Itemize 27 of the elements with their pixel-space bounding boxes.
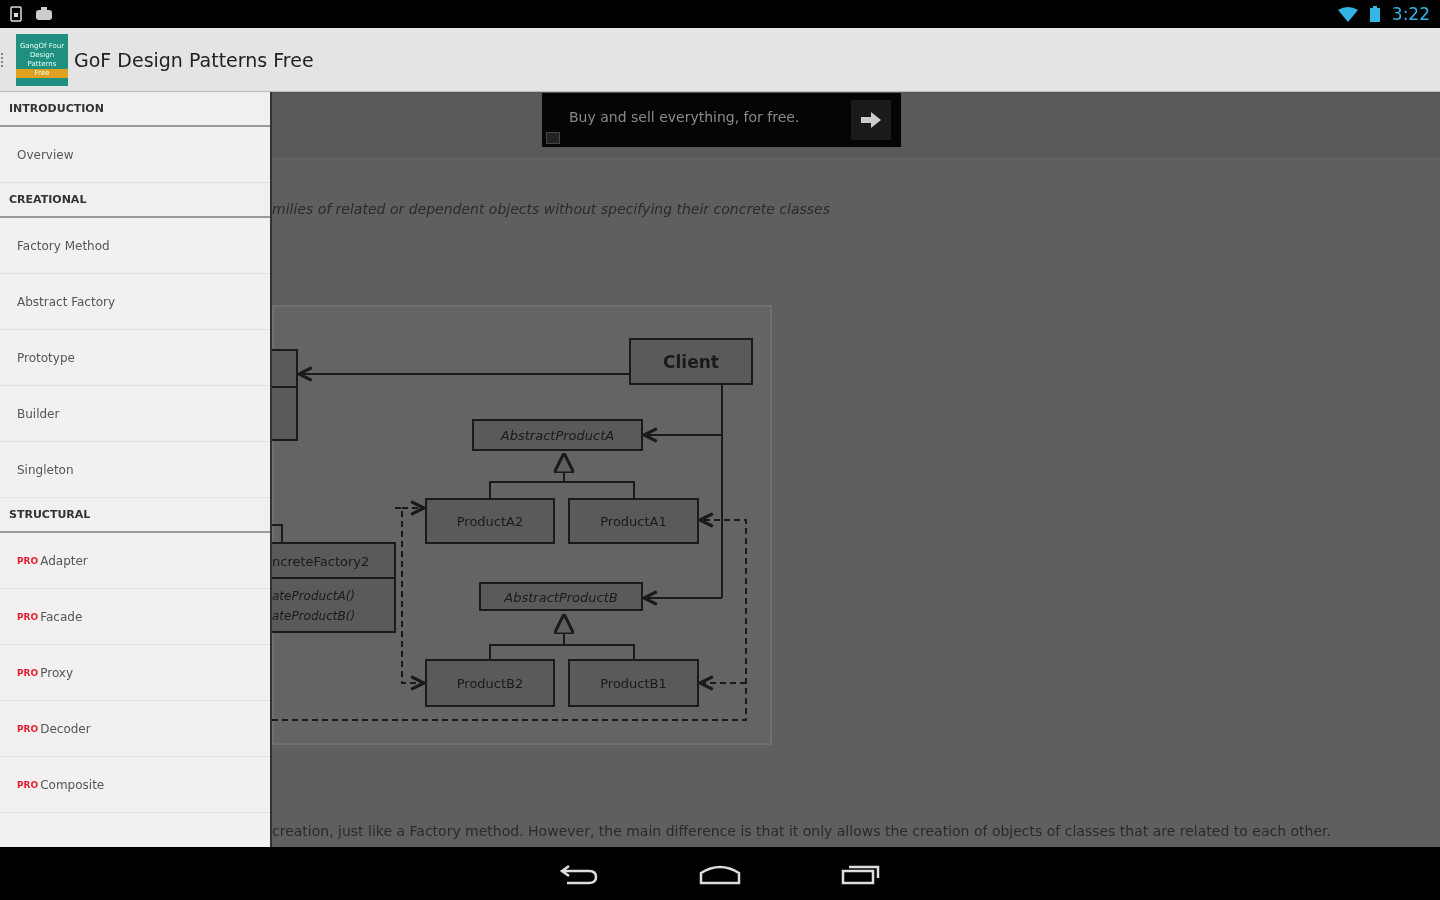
class-box: ProductA2 xyxy=(425,498,555,544)
class-box: AbstractProductB xyxy=(479,582,643,611)
robot-icon xyxy=(34,7,54,21)
drawer-item[interactable]: PRO Facade xyxy=(0,589,270,645)
drawer-item[interactable]: PRO Composite xyxy=(0,757,270,813)
app-title: GoF Design Patterns Free xyxy=(74,48,314,71)
ad-banner[interactable]: Buy and sell everything, for free. xyxy=(542,93,901,147)
class-box: AbstractProductA xyxy=(472,419,643,451)
drawer-item[interactable]: Factory Method xyxy=(0,218,270,274)
class-box: ProductB2 xyxy=(425,659,555,707)
drawer-item[interactable]: PRO Adapter xyxy=(0,533,270,589)
next-button[interactable] xyxy=(851,100,891,140)
class-box: ProductB1 xyxy=(568,659,699,707)
drawer-item[interactable]: Prototype xyxy=(0,330,270,386)
wifi-icon xyxy=(1337,6,1358,22)
drawer-item[interactable]: Builder xyxy=(0,386,270,442)
battery-icon xyxy=(1369,6,1380,22)
class-box: Client xyxy=(629,338,753,385)
clock: 3:22 xyxy=(1391,4,1430,24)
drawer-item[interactable]: Abstract Factory xyxy=(0,274,270,330)
drawer-item[interactable]: PRO Proxy xyxy=(0,645,270,701)
up-indicator xyxy=(1,52,6,67)
drawer-item[interactable]: PRO Decoder xyxy=(0,701,270,757)
ad-text: Buy and sell everything, for free. xyxy=(568,109,801,127)
arrow-icon xyxy=(860,111,882,129)
class-box: ProductA1 xyxy=(568,498,699,544)
phone-icon xyxy=(10,6,22,22)
